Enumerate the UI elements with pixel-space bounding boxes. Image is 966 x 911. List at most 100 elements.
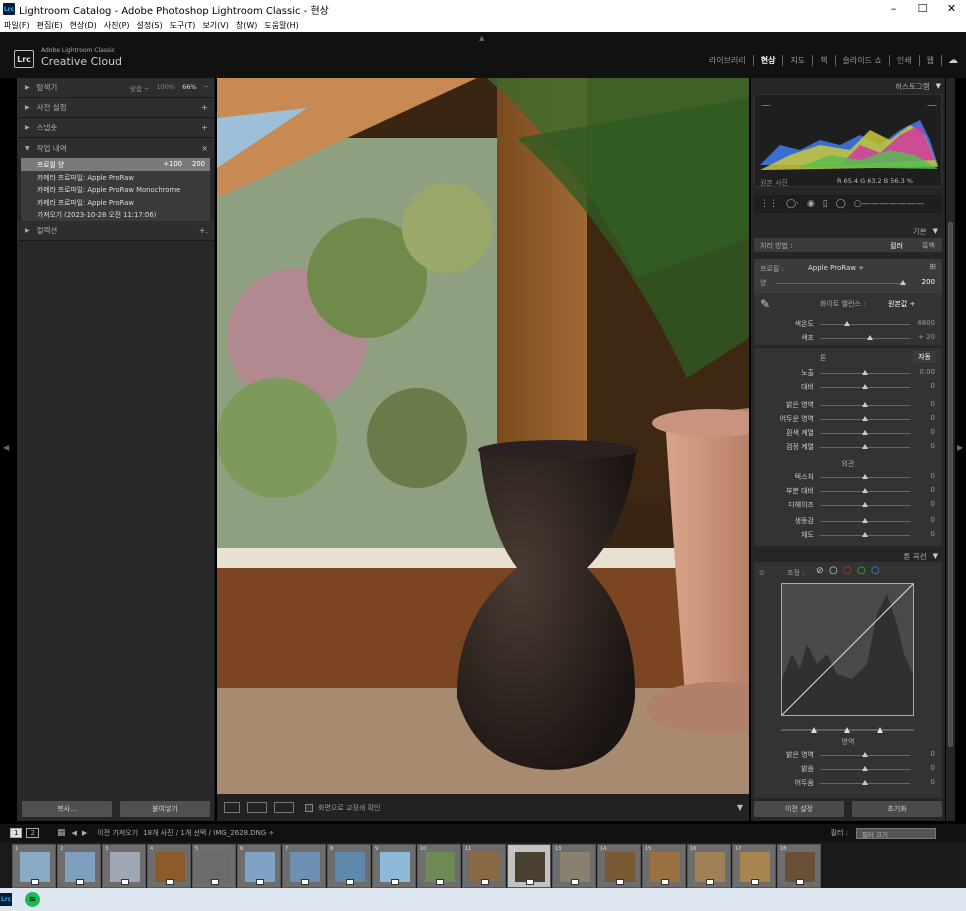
slider-row[interactable]: 부분 대비 0: [754, 486, 942, 498]
reset-button[interactable]: 초기화: [852, 801, 942, 817]
menu-file[interactable]: 파일(F): [4, 20, 30, 31]
slider-knob[interactable]: [862, 370, 868, 375]
slider-knob[interactable]: [862, 430, 868, 435]
slider-row[interactable]: 색온도 4800: [754, 319, 942, 331]
module-map[interactable]: 지도: [783, 55, 814, 66]
slider-row[interactable]: 밝음 0: [754, 764, 942, 776]
redeye-icon[interactable]: ◉: [807, 199, 815, 209]
filmstrip-thumbnail[interactable]: 12: [507, 844, 551, 888]
amount-knob[interactable]: [900, 280, 907, 285]
slider-knob[interactable]: [866, 335, 873, 340]
menu-develop[interactable]: 현상(D): [70, 20, 97, 31]
slider-knob[interactable]: [862, 416, 868, 421]
slider-row[interactable]: 어두움 0: [754, 778, 942, 790]
softproof-checkbox[interactable]: [305, 803, 313, 812]
slider-row[interactable]: 채도 0: [754, 530, 942, 542]
slider-row[interactable]: 흰색 계열 0: [754, 428, 942, 440]
module-slideshow[interactable]: 슬라이드 쇼: [836, 55, 890, 66]
zoom-menu[interactable]: ÷: [204, 83, 209, 93]
history-item[interactable]: 카메라 프로파일: Apple ProRaw: [21, 196, 210, 209]
copy-button[interactable]: 복사...: [22, 801, 112, 817]
forward-arrow-icon[interactable]: ▶: [82, 829, 87, 837]
lightroom-taskbar-icon[interactable]: Lrc: [0, 893, 12, 906]
filmstrip-thumbnail[interactable]: 8: [327, 844, 371, 888]
radial-filter-icon[interactable]: ◯: [836, 199, 846, 209]
snapshots-header[interactable]: ▶ 스냅숏 +: [17, 118, 214, 138]
collections-header[interactable]: ▶ 컬렉션 +.: [17, 220, 214, 241]
slider-row[interactable]: 텍스처 0: [754, 472, 942, 484]
filmstrip-thumbnail[interactable]: 13: [552, 844, 596, 888]
slider-knob[interactable]: [862, 766, 868, 771]
slider-row[interactable]: 디헤이즈 0: [754, 500, 942, 512]
previous-settings-button[interactable]: 이전 설정: [754, 801, 844, 817]
filmstrip-thumbnail[interactable]: 1: [12, 844, 56, 888]
target-adjust-icon[interactable]: ⊙: [759, 569, 765, 577]
filmstrip-thumbnail[interactable]: 14: [597, 844, 641, 888]
zoom-100[interactable]: 100%: [157, 83, 176, 93]
spotify-icon[interactable]: ≋: [25, 892, 40, 907]
scrollbar-thumb[interactable]: [948, 222, 953, 747]
tone-curve-graph[interactable]: [781, 583, 914, 716]
module-develop[interactable]: 현상: [754, 55, 784, 66]
crop-icon[interactable]: ⋮⋮: [760, 199, 778, 209]
slider-row[interactable]: 생동감 0: [754, 516, 942, 528]
left-panel-toggle-icon[interactable]: ◀: [3, 443, 9, 452]
slider-row[interactable]: 밝은 영역 0: [754, 750, 942, 762]
filmstrip-thumbnail[interactable]: 4: [147, 844, 191, 888]
right-panel-scrollbar[interactable]: [946, 78, 955, 821]
histogram-header[interactable]: 히스토그램 ▼: [751, 78, 945, 94]
profile-select[interactable]: Apple ProRaw ÷: [808, 264, 864, 272]
menu-window[interactable]: 창(W): [236, 20, 258, 31]
history-header[interactable]: ▼ 작업 내역 ×: [17, 138, 214, 158]
add-preset-button[interactable]: +: [201, 103, 208, 112]
eyedropper-icon[interactable]: ✎: [760, 297, 770, 311]
clear-history-button[interactable]: ×: [201, 144, 208, 153]
parametric-curve-icon[interactable]: ⊘: [816, 566, 824, 576]
top-panel-toggle-icon[interactable]: ▲: [479, 34, 484, 42]
menu-view[interactable]: 보기(V): [202, 20, 228, 31]
add-snapshot-button[interactable]: +: [201, 123, 208, 132]
history-item[interactable]: 카메라 프로파일: Apple ProRaw: [21, 171, 210, 184]
point-curve-white-icon[interactable]: ○: [829, 565, 838, 576]
curve-red-icon[interactable]: ○: [843, 565, 852, 576]
source-label[interactable]: 이전 가져오기: [97, 828, 138, 838]
filmstrip-thumbnail[interactable]: 15: [642, 844, 686, 888]
filmstrip-thumbnail[interactable]: 7: [282, 844, 326, 888]
module-print[interactable]: 인쇄: [890, 55, 920, 66]
curve-split-sliders[interactable]: [781, 718, 914, 733]
history-item[interactable]: 프로필 양 +100 200: [21, 158, 210, 171]
module-book[interactable]: 책: [813, 55, 836, 66]
slider-row[interactable]: 검정 계열 0: [754, 442, 942, 454]
before-after-icon[interactable]: [247, 802, 267, 813]
slider-knob[interactable]: [862, 474, 868, 479]
treatment-bw[interactable]: 흑백: [922, 241, 935, 251]
filmstrip-thumbnail[interactable]: 2: [57, 844, 101, 888]
slider-row[interactable]: 색조 + 20: [754, 333, 942, 345]
toolbar-menu-icon[interactable]: ▼: [737, 803, 743, 812]
slider-row[interactable]: 밝은 영역 0: [754, 400, 942, 412]
maximize-button[interactable]: ☐: [908, 0, 937, 18]
paste-button[interactable]: 붙여넣기: [120, 801, 210, 817]
grid-icon[interactable]: ▦: [57, 828, 66, 838]
slider-knob[interactable]: [862, 502, 868, 507]
zoom-fit[interactable]: 맞춤 ÷: [130, 83, 149, 93]
back-arrow-icon[interactable]: ◀: [71, 829, 76, 837]
slider-row[interactable]: 대비 0: [754, 382, 942, 394]
slider-knob[interactable]: [862, 488, 868, 493]
slider-knob[interactable]: [862, 384, 868, 389]
tone-curve-header[interactable]: 톤 곡선 ▼: [754, 546, 942, 562]
minimize-button[interactable]: –: [879, 0, 908, 18]
cloud-icon[interactable]: ☁: [948, 55, 958, 66]
filmstrip-thumbnail[interactable]: 18: [777, 844, 821, 888]
menu-photo[interactable]: 사진(P): [104, 20, 130, 31]
menu-help[interactable]: 도움말(H): [264, 20, 298, 31]
filmstrip-thumbnail[interactable]: 3: [102, 844, 146, 888]
histogram[interactable]: R 65.4 G 63.2 B 56.3 %: [754, 94, 942, 187]
photo-canvas[interactable]: [217, 78, 749, 794]
filmstrip-thumbnail[interactable]: 5: [192, 844, 236, 888]
graduated-filter-icon[interactable]: ▯: [823, 199, 828, 209]
filmstrip-thumbnail[interactable]: 16: [687, 844, 731, 888]
wb-select[interactable]: 원본값 ÷: [888, 299, 915, 309]
menu-edit[interactable]: 편집(E): [37, 20, 63, 31]
close-button[interactable]: ✕: [937, 0, 966, 18]
